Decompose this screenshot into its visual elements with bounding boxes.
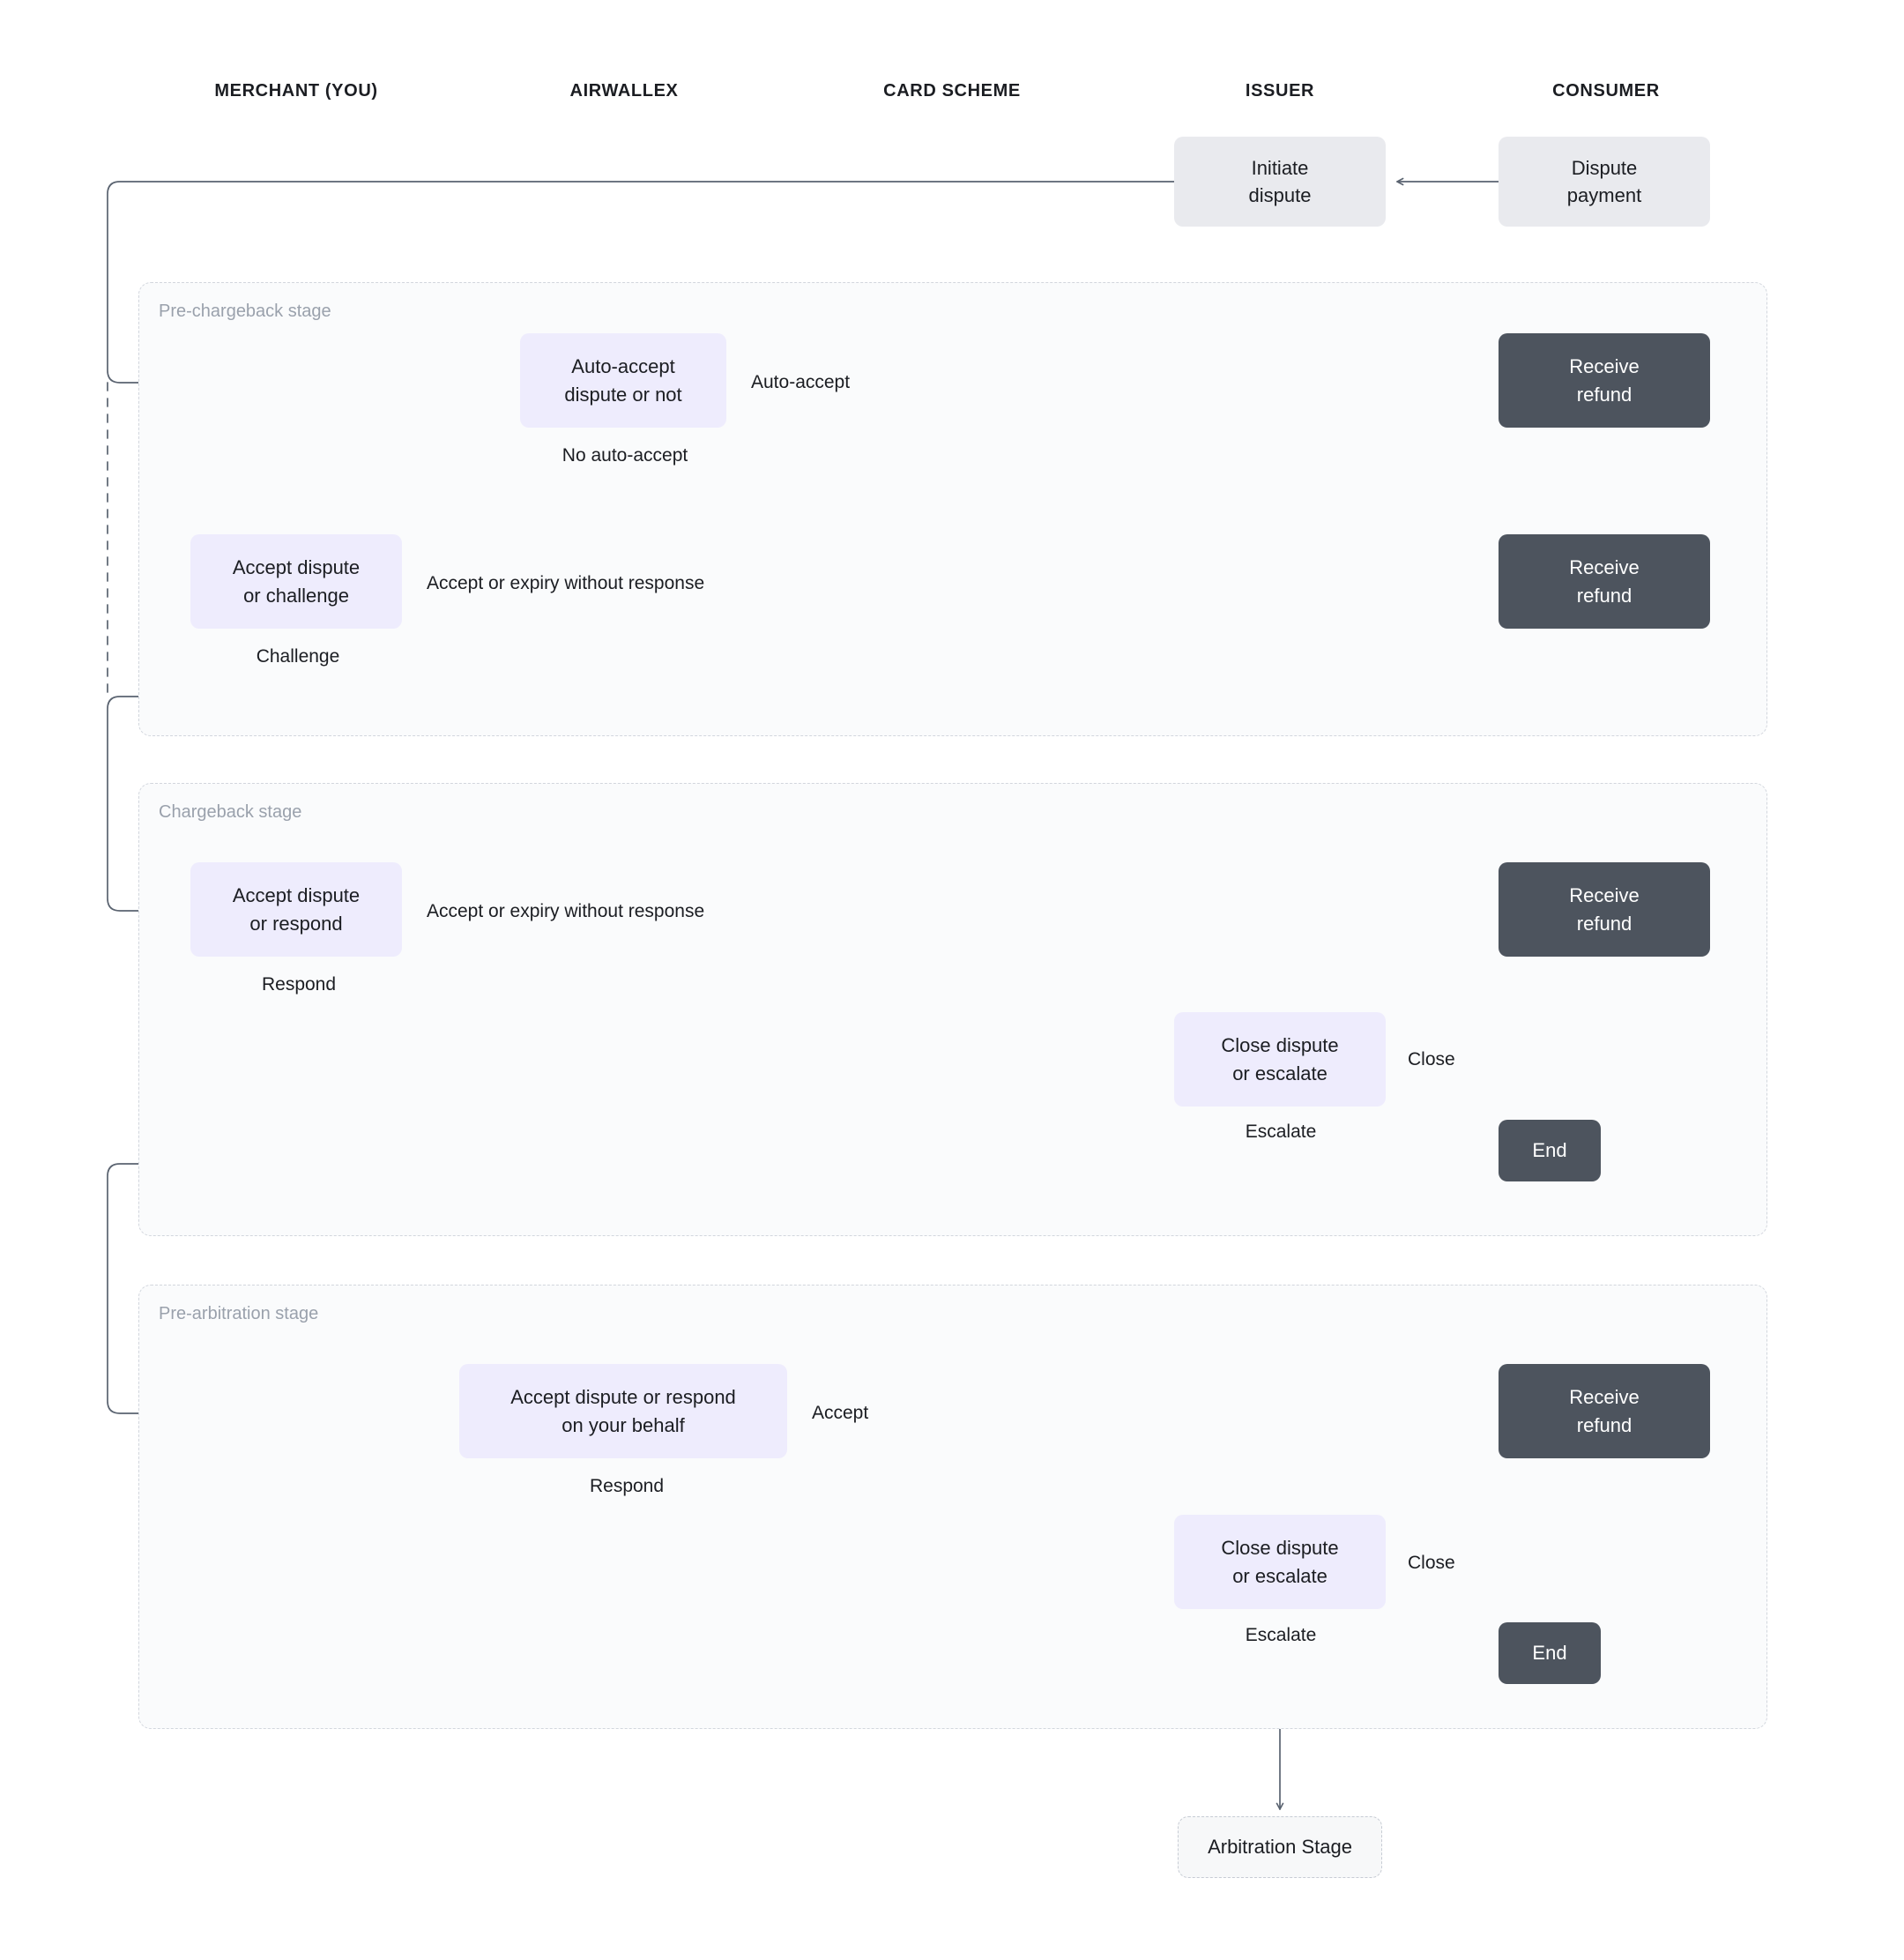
- node-dispute-payment-line2: payment: [1566, 184, 1642, 206]
- edge-label-accept-or-expiry-2: Accept or expiry without response: [427, 901, 705, 921]
- column-header-consumer: CONSUMER: [1552, 81, 1660, 101]
- node-accept-behalf-line2: on your behalf: [562, 1413, 685, 1436]
- column-header-card-scheme: CARD SCHEME: [883, 81, 1021, 101]
- node-end-2[interactable]: End: [1499, 1622, 1601, 1684]
- node-close-or-escalate-2-line2: or escalate: [1232, 1564, 1328, 1587]
- stage-label-pre-arbitration: Pre-arbitration stage: [159, 1304, 319, 1323]
- node-auto-accept-or-not[interactable]: Auto-accept dispute or not: [520, 333, 726, 428]
- node-dispute-payment-line1: Dispute: [1571, 156, 1638, 179]
- node-close-or-escalate-1[interactable]: Close dispute or escalate: [1174, 1012, 1386, 1107]
- node-close-or-escalate-2[interactable]: Close dispute or escalate: [1174, 1515, 1386, 1609]
- column-header-airwallex: AIRWALLEX: [569, 81, 679, 101]
- node-receive-refund-4-line2: refund: [1576, 1413, 1633, 1436]
- node-accept-or-challenge[interactable]: Accept dispute or challenge: [190, 534, 402, 629]
- edge-label-auto-accept: Auto-accept: [751, 372, 851, 392]
- node-accept-or-respond[interactable]: Accept dispute or respond: [190, 862, 402, 957]
- edge-label-accept-or-expiry-1: Accept or expiry without response: [427, 573, 705, 593]
- edge-label-accept: Accept: [812, 1403, 869, 1423]
- node-receive-refund-1-line1: Receive: [1569, 355, 1640, 378]
- node-close-or-escalate-1-line1: Close dispute: [1221, 1034, 1339, 1057]
- node-initiate-dispute-line1: Initiate: [1251, 156, 1309, 179]
- node-close-or-escalate-2-line1: Close dispute: [1221, 1537, 1339, 1560]
- node-receive-refund-4-line1: Receive: [1569, 1386, 1640, 1409]
- node-receive-refund-2-line1: Receive: [1569, 556, 1640, 579]
- node-receive-refund-3-line1: Receive: [1569, 884, 1640, 907]
- node-end-2-label: End: [1532, 1642, 1567, 1665]
- edge-label-close-2: Close: [1408, 1553, 1455, 1573]
- node-receive-refund-3-line2: refund: [1576, 912, 1633, 935]
- node-end-1[interactable]: End: [1499, 1120, 1601, 1181]
- node-auto-accept-line1: Auto-accept: [571, 355, 675, 378]
- stage-label-pre-chargeback: Pre-chargeback stage: [159, 302, 331, 321]
- node-accept-or-challenge-line2: or challenge: [243, 584, 349, 607]
- node-receive-refund-2-line2: refund: [1576, 584, 1633, 607]
- stage-label-chargeback: Chargeback stage: [159, 802, 302, 822]
- node-auto-accept-line2: dispute or not: [564, 383, 682, 406]
- edge-label-respond-2: Respond: [589, 1476, 665, 1496]
- node-end-1-label: End: [1532, 1139, 1567, 1162]
- node-accept-behalf-line1: Accept dispute or respond: [510, 1386, 736, 1409]
- column-header-issuer: ISSUER: [1245, 81, 1315, 101]
- edge-label-challenge: Challenge: [256, 646, 340, 667]
- node-initiate-dispute[interactable]: Initiate dispute: [1174, 137, 1386, 227]
- node-receive-refund-1-line2: refund: [1576, 383, 1633, 406]
- edge-label-respond-1: Respond: [261, 974, 337, 995]
- node-accept-or-respond-line2: or respond: [249, 912, 343, 935]
- edge-label-close-1: Close: [1408, 1049, 1455, 1069]
- edge-label-escalate-1: Escalate: [1245, 1122, 1317, 1142]
- node-receive-refund-3[interactable]: Receive refund: [1499, 862, 1710, 957]
- node-receive-refund-2[interactable]: Receive refund: [1499, 534, 1710, 629]
- edge-label-no-auto-accept: No auto-accept: [562, 445, 688, 466]
- node-initiate-dispute-line2: dispute: [1248, 184, 1312, 206]
- node-dispute-payment[interactable]: Dispute payment: [1499, 137, 1710, 227]
- node-accept-or-respond-on-behalf[interactable]: Accept dispute or respond on your behalf: [459, 1364, 787, 1458]
- node-accept-or-challenge-line1: Accept dispute: [232, 556, 361, 579]
- edge-label-escalate-2: Escalate: [1245, 1625, 1317, 1645]
- node-arbitration-stage-label: Arbitration Stage: [1208, 1836, 1352, 1859]
- node-receive-refund-1[interactable]: Receive refund: [1499, 333, 1710, 428]
- column-header-merchant: MERCHANT (YOU): [214, 81, 378, 101]
- node-arbitration-stage[interactable]: Arbitration Stage: [1178, 1816, 1382, 1878]
- node-receive-refund-4[interactable]: Receive refund: [1499, 1364, 1710, 1458]
- node-close-or-escalate-1-line2: or escalate: [1232, 1062, 1328, 1084]
- node-accept-or-respond-line1: Accept dispute: [232, 884, 361, 907]
- diagram-canvas: MERCHANT (YOU) AIRWALLEX CARD SCHEME ISS…: [0, 0, 1904, 1960]
